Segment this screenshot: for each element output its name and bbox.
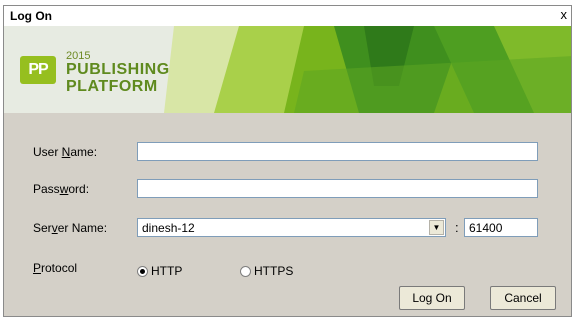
password-field[interactable] <box>137 179 538 198</box>
protocol-https-radio[interactable]: HTTPS <box>240 264 293 278</box>
server-name-combobox[interactable]: dinesh-12 ▼ <box>137 218 446 237</box>
window-title: Log On <box>10 9 52 23</box>
dropdown-arrow-icon[interactable]: ▼ <box>429 220 444 235</box>
log-on-button[interactable]: Log On <box>399 286 465 310</box>
radio-unchecked-icon <box>240 266 251 277</box>
username-label: User Name: <box>33 145 98 159</box>
server-name-label: Server Name: <box>33 221 108 235</box>
password-label: Password: <box>33 182 90 196</box>
close-button[interactable]: x <box>561 8 568 22</box>
logo-publishing-text: PUBLISHING <box>66 61 170 78</box>
title-bar: Log On x <box>4 6 571 26</box>
port-field[interactable] <box>464 218 538 237</box>
banner: PP 2015 PUBLISHING PLATFORM <box>4 26 571 113</box>
cancel-button[interactable]: Cancel <box>490 286 556 310</box>
protocol-label: Protocol <box>33 261 78 275</box>
username-field[interactable] <box>137 142 538 161</box>
protocol-https-label: HTTPS <box>254 264 294 278</box>
port-separator: : <box>455 220 459 235</box>
log-on-dialog: Log On x PP 2015 PUBLISHING PLATFORM Use… <box>3 5 572 317</box>
protocol-http-label: HTTP <box>151 264 183 278</box>
server-name-value: dinesh-12 <box>142 221 195 235</box>
radio-checked-icon <box>137 266 148 277</box>
logo-platform-text: PLATFORM <box>66 78 158 95</box>
pp-logo-badge: PP <box>20 56 56 84</box>
protocol-http-radio[interactable]: HTTP <box>137 264 182 278</box>
